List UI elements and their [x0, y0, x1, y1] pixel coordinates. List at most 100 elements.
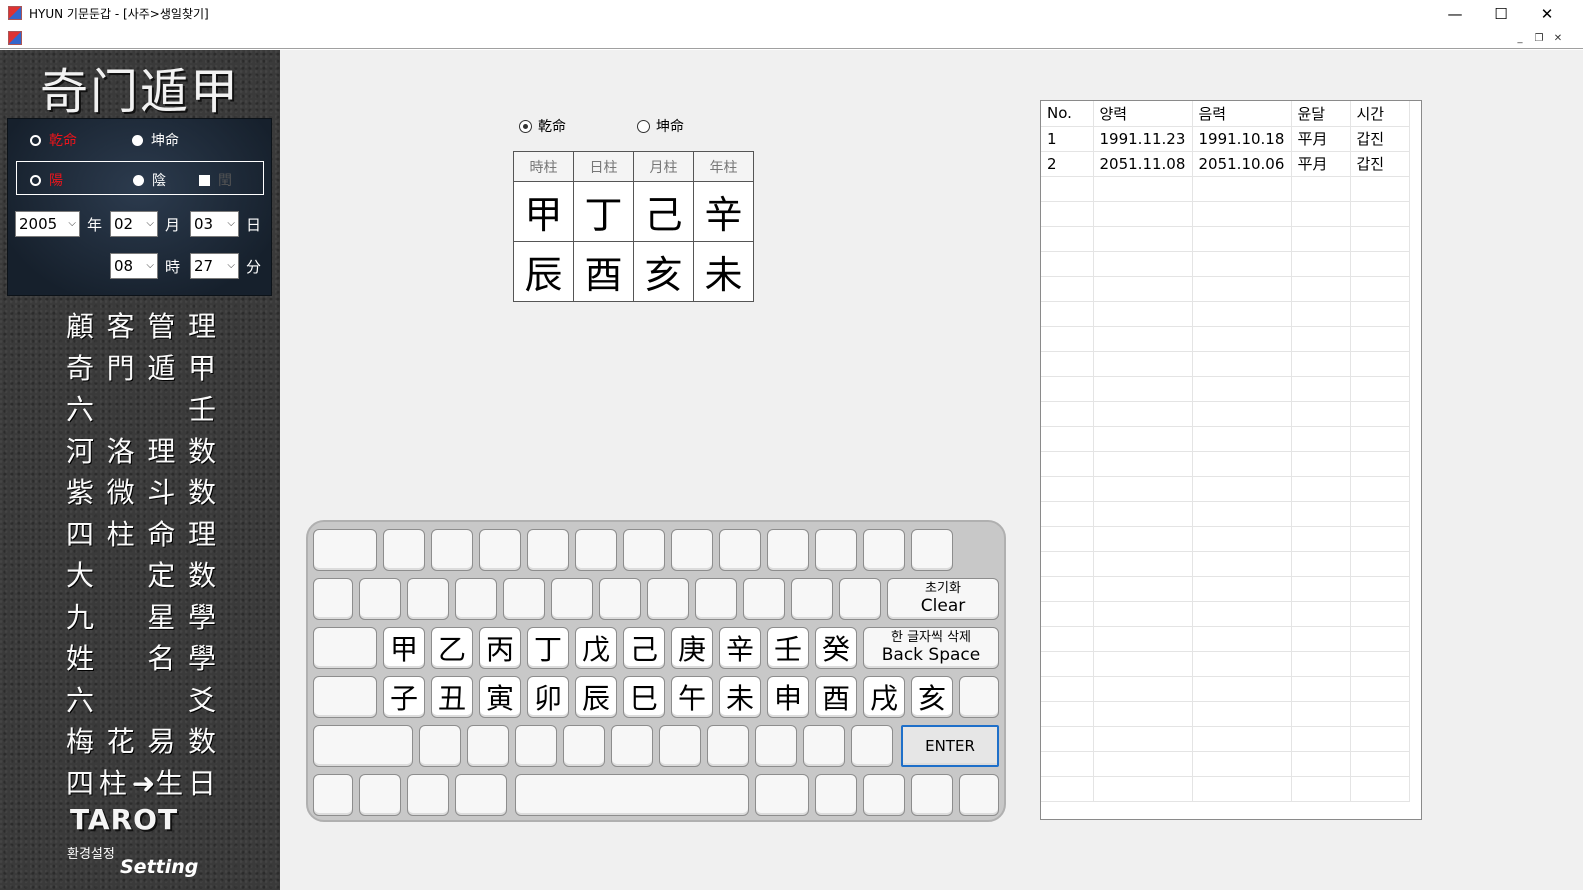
- menu-item-saju-birthday[interactable]: 四柱 ➜生日: [66, 762, 216, 802]
- blank-key[interactable]: [575, 529, 617, 571]
- blank-key[interactable]: [851, 725, 893, 767]
- blank-key[interactable]: [647, 578, 689, 620]
- blank-key[interactable]: [383, 529, 425, 571]
- stem-key[interactable]: 丙: [479, 627, 521, 669]
- blank-key[interactable]: [611, 725, 653, 767]
- app-icon[interactable]: [8, 6, 22, 20]
- blank-key[interactable]: [959, 676, 999, 718]
- blank-key[interactable]: [455, 578, 497, 620]
- blank-key[interactable]: [313, 676, 377, 718]
- blank-key[interactable]: [695, 578, 737, 620]
- blank-key[interactable]: [803, 725, 845, 767]
- close-button[interactable]: ✕: [1524, 0, 1570, 27]
- branch-key[interactable]: 子: [383, 676, 425, 718]
- menu-tarot[interactable]: TAROT: [70, 803, 178, 836]
- mdi-close-button[interactable]: ✕: [1550, 31, 1566, 45]
- blank-key[interactable]: [431, 529, 473, 571]
- menu-item-name[interactable]: 姓 名學: [66, 637, 216, 677]
- menu-item-saju[interactable]: 四柱命理: [66, 513, 216, 553]
- blank-key[interactable]: [359, 774, 401, 816]
- blank-key[interactable]: [815, 774, 857, 816]
- stem-key[interactable]: 庚: [671, 627, 713, 669]
- blank-key[interactable]: [719, 529, 761, 571]
- blank-key[interactable]: [839, 578, 881, 620]
- branch-key[interactable]: 巳: [623, 676, 665, 718]
- enter-button[interactable]: ENTER: [901, 725, 999, 767]
- blank-key[interactable]: [791, 578, 833, 620]
- stem-key[interactable]: 辛: [719, 627, 761, 669]
- blank-key[interactable]: [599, 578, 641, 620]
- branch-key[interactable]: 未: [719, 676, 761, 718]
- maximize-button[interactable]: ☐: [1478, 0, 1524, 27]
- column-header[interactable]: 양력: [1093, 101, 1193, 127]
- column-header[interactable]: 음력: [1192, 101, 1292, 127]
- branch-key[interactable]: 亥: [911, 676, 953, 718]
- blank-key[interactable]: [313, 529, 377, 571]
- menu-setting[interactable]: Setting: [120, 856, 198, 878]
- blank-key[interactable]: [551, 578, 593, 620]
- blank-key[interactable]: [407, 578, 449, 620]
- blank-key[interactable]: [863, 774, 905, 816]
- column-header[interactable]: No.: [1041, 101, 1094, 127]
- backspace-button[interactable]: 한 글자씩 삭제 Back Space: [863, 627, 999, 669]
- radio-male[interactable]: 乾命: [30, 130, 77, 150]
- blank-key[interactable]: [467, 725, 509, 767]
- clear-button[interactable]: 초기화 Clear: [887, 578, 999, 620]
- top-radio-male[interactable]: 乾命: [519, 116, 566, 136]
- year-select[interactable]: 2005 ⌵: [15, 211, 80, 237]
- stem-key[interactable]: 戊: [575, 627, 617, 669]
- menu-item-liuren[interactable]: 六壬: [66, 388, 216, 428]
- menu-item-meihua[interactable]: 梅花易数: [66, 720, 216, 760]
- branch-key[interactable]: 丑: [431, 676, 473, 718]
- blank-key[interactable]: [313, 578, 353, 620]
- blank-key[interactable]: [455, 774, 507, 816]
- stem-key[interactable]: 乙: [431, 627, 473, 669]
- blank-key[interactable]: [527, 529, 569, 571]
- blank-key[interactable]: [563, 725, 605, 767]
- menu-item-qimen[interactable]: 奇門遁甲: [66, 347, 216, 387]
- blank-key[interactable]: [313, 725, 413, 767]
- leap-month-checkbox[interactable]: 閏: [199, 170, 232, 190]
- menu-item-liuyao[interactable]: 六爻: [66, 679, 216, 719]
- minute-select[interactable]: 27 ⌵: [190, 253, 239, 279]
- radio-yang[interactable]: 陽: [30, 170, 63, 190]
- stem-key[interactable]: 己: [623, 627, 665, 669]
- menu-setting-kr[interactable]: 환경설정: [67, 843, 115, 862]
- blank-key[interactable]: [659, 725, 701, 767]
- blank-key[interactable]: [671, 529, 713, 571]
- blank-key[interactable]: [419, 725, 461, 767]
- minimize-button[interactable]: —: [1432, 0, 1478, 27]
- table-row[interactable]: 2 2051.11.08 2051.10.06 平月 갑진: [1041, 151, 1410, 177]
- hour-select[interactable]: 08 ⌵: [110, 253, 158, 279]
- menu-item-daejeong[interactable]: 大 定数: [66, 554, 216, 594]
- top-radio-female[interactable]: 坤命: [637, 116, 684, 136]
- branch-key[interactable]: 申: [767, 676, 809, 718]
- day-select[interactable]: 03 ⌵: [190, 211, 239, 237]
- branch-key[interactable]: 卯: [527, 676, 569, 718]
- blank-key[interactable]: [313, 774, 353, 816]
- menu-item-ziwei[interactable]: 紫微斗数: [66, 471, 216, 511]
- stem-key[interactable]: 癸: [815, 627, 857, 669]
- branch-key[interactable]: 酉: [815, 676, 857, 718]
- blank-key[interactable]: [407, 774, 449, 816]
- branch-key[interactable]: 戌: [863, 676, 905, 718]
- stem-key[interactable]: 壬: [767, 627, 809, 669]
- column-header[interactable]: 시간: [1350, 101, 1410, 127]
- blank-key[interactable]: [359, 578, 401, 620]
- blank-key[interactable]: [755, 725, 797, 767]
- stem-key[interactable]: 丁: [527, 627, 569, 669]
- table-row[interactable]: 1 1991.11.23 1991.10.18 平月 갑진: [1041, 126, 1410, 152]
- blank-key[interactable]: [313, 627, 377, 669]
- blank-key[interactable]: [767, 529, 809, 571]
- blank-key[interactable]: [815, 529, 857, 571]
- menu-item-customer[interactable]: 顧客管理: [66, 305, 216, 345]
- blank-key[interactable]: [515, 725, 557, 767]
- blank-key[interactable]: [623, 529, 665, 571]
- radio-female[interactable]: 坤命: [132, 130, 179, 150]
- branch-key[interactable]: 辰: [575, 676, 617, 718]
- space-key[interactable]: [515, 774, 749, 816]
- branch-key[interactable]: 寅: [479, 676, 521, 718]
- blank-key[interactable]: [959, 774, 999, 816]
- column-header[interactable]: 윤달: [1291, 101, 1351, 127]
- branch-key[interactable]: 午: [671, 676, 713, 718]
